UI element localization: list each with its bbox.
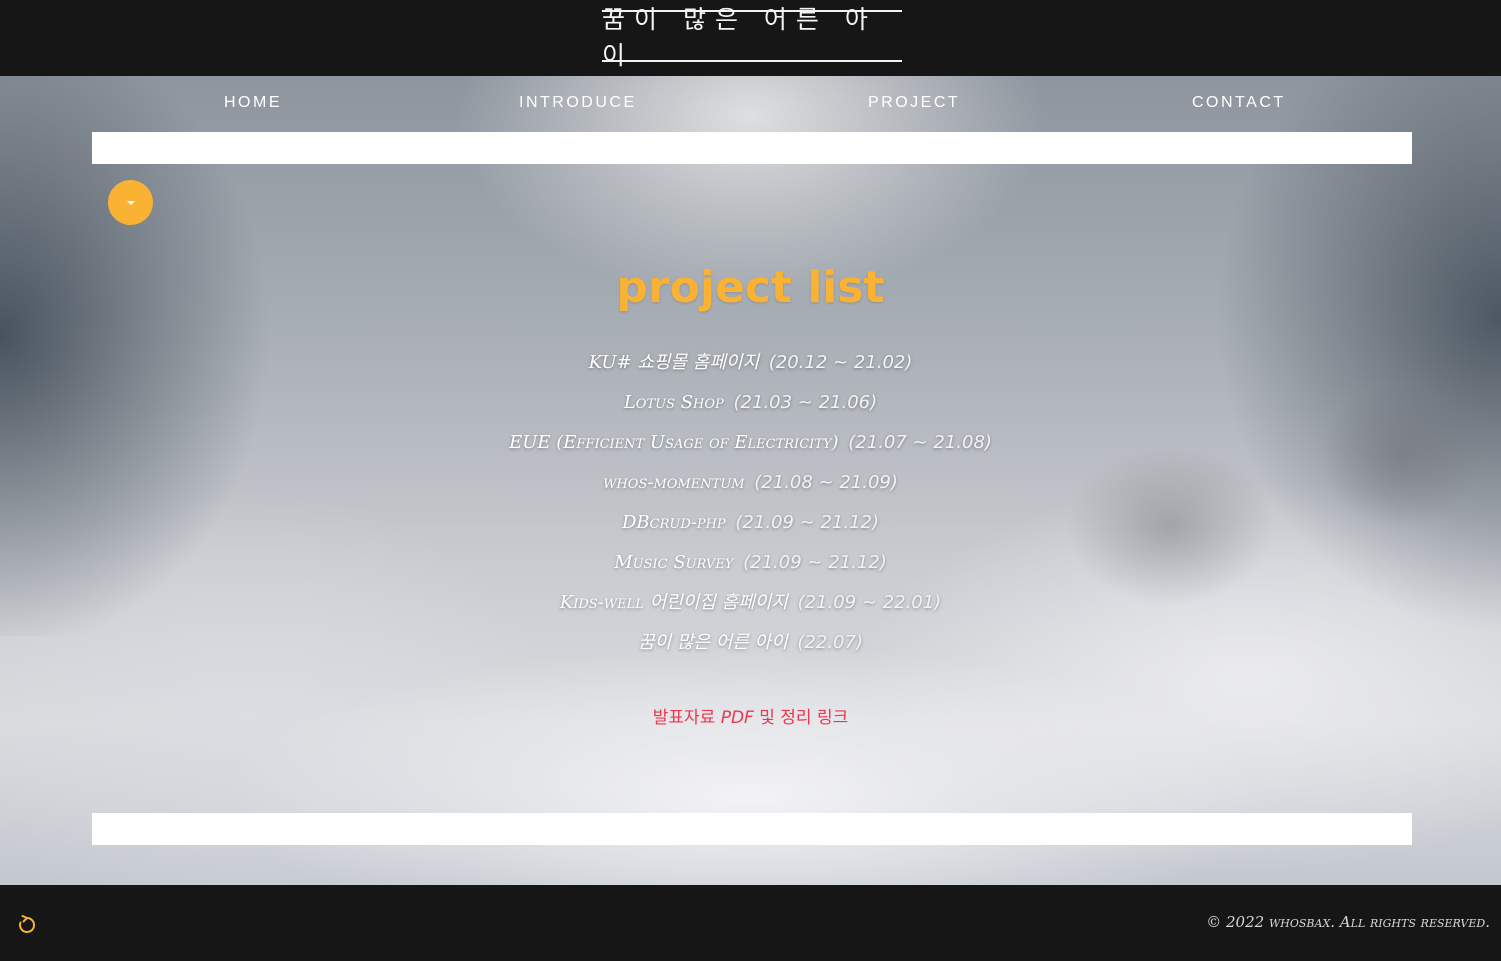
project-name: Music Survey [614,552,734,573]
project-item-whos-momentum[interactable]: whos-momentum (21.08 ~ 21.09) [0,470,1501,510]
project-item-eue[interactable]: EUE (Efficient Usage of Electricity) (21… [0,430,1501,470]
project-name: EUE (Efficient Usage of Electricity) [509,432,839,453]
refresh-icon[interactable] [16,914,38,936]
caret-down-icon [126,200,135,205]
project-item-ku-shop[interactable]: KU# 쇼핑몰 홈페이지 (20.12 ~ 21.02) [0,350,1501,390]
page-title: project list [616,262,885,313]
project-name: KU# 쇼핑몰 홈페이지 [588,352,760,373]
nav-contact[interactable]: CONTACT [1192,94,1286,112]
project-date: (21.07 ~ 21.08) [848,432,992,453]
project-date: (21.09 ~ 21.12) [743,552,887,573]
pdf-link-prefix: 발표자료 [652,708,721,728]
project-name: DBcrud-php [621,512,726,533]
top-header: 꿈이 많은 어른 아이 [0,0,1501,76]
project-date: (20.12 ~ 21.02) [768,352,913,373]
project-name: Kids-well 어린이집 홈페이지 [559,592,788,613]
pdf-link-suffix: 및 정리 링크 [753,708,849,728]
project-item-kids-well[interactable]: Kids-well 어린이집 홈페이지 (21.09 ~ 22.01) [0,590,1501,630]
menu-toggle-button[interactable] [108,180,153,225]
project-date: (21.09 ~ 22.01) [797,592,942,613]
nav-home[interactable]: HOME [224,94,282,112]
site-logo[interactable]: 꿈이 많은 어른 아이 [602,5,902,70]
project-list: KU# 쇼핑몰 홈페이지 (20.12 ~ 21.02) Lotus Shop … [0,350,1501,670]
project-date: (22.07) [797,632,863,653]
panel-top-band [92,132,1412,164]
project-date: (21.08 ~ 21.09) [754,472,898,493]
nav-introduce[interactable]: INTRODUCE [519,94,637,112]
project-name: whos-momentum [603,472,745,493]
project-date: (21.03 ~ 21.06) [733,392,878,413]
copyright-text: © 2022 whosbax. All rights reserved. [1206,913,1490,931]
project-item-dbcrud-php[interactable]: DBcrud-php (21.09 ~ 21.12) [0,510,1501,550]
project-name: Lotus Shop [623,392,724,413]
panel-bottom-band [92,813,1412,845]
main-nav: HOME INTRODUCE PROJECT CONTACT [0,76,1501,132]
project-item-music-survey[interactable]: Music Survey (21.09 ~ 21.12) [0,550,1501,590]
project-item-lotus-shop[interactable]: Lotus Shop (21.03 ~ 21.06) [0,390,1501,430]
project-name: 꿈이 많은 어른 아이 [638,632,788,653]
project-item-dream-adult-child[interactable]: 꿈이 많은 어른 아이 (22.07) [0,630,1501,670]
pdf-presentation-link[interactable]: 발표자료 PDF 및 정리 링크 [0,703,1501,728]
nav-project[interactable]: PROJECT [868,94,960,112]
project-date: (21.09 ~ 21.12) [735,512,880,533]
pdf-link-emphasis: PDF [720,708,754,728]
